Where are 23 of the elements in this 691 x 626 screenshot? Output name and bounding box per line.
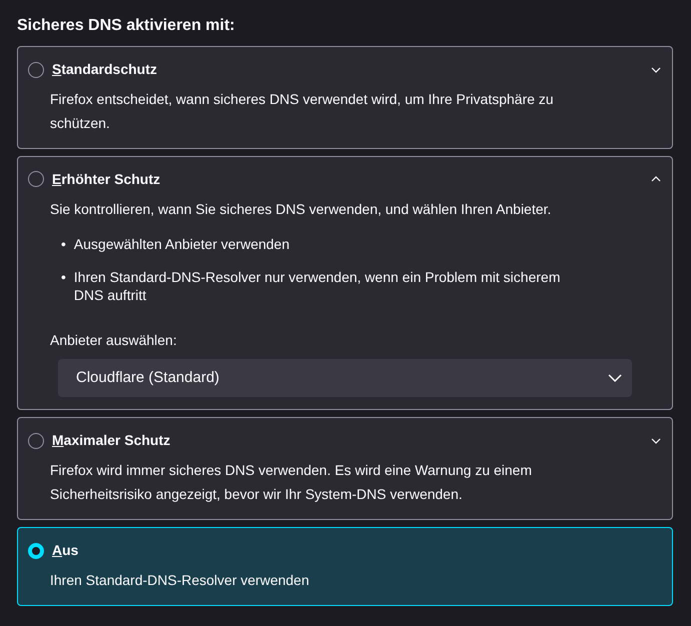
option-description: Sie kontrollieren, wann Sie sicheres DNS verwenden, und wählen Ihren Anbieter. bbox=[49, 200, 552, 219]
field-label: Anbieter auswählen: bbox=[49, 330, 178, 350]
radio-button[interactable] bbox=[28, 171, 44, 188]
bullet-item: Ausgewählten Anbieter verwenden bbox=[74, 235, 290, 254]
option-title: Standardschutz bbox=[52, 60, 158, 79]
option-card[interactable] bbox=[17, 156, 673, 410]
bullet-marker: • bbox=[61, 235, 66, 254]
option-card[interactable]: Aus Ihren Standard-DNS-Resolver verwenden bbox=[17, 527, 673, 606]
option-title: Aus bbox=[52, 541, 80, 560]
option-card[interactable]: Maximaler Schutz Firefox wird immer sicheres DNS verwenden. Es wird eine Warnung zu einem Sicherheitsrisiko angezeigt, bevor wir Ihr System-DNS verwenden. bbox=[17, 417, 673, 520]
radio-button[interactable] bbox=[28, 542, 44, 559]
option-title: Erhöhter Schutz bbox=[52, 170, 162, 189]
option-card[interactable]: Standardschutz Firefox entscheidet, wann sicheres DNS verwendet wird, um Ihre Privatsphäre zu schützen. bbox=[17, 46, 673, 149]
bullet-item: Ihren Standard-DNS-Resolver nur verwenden, wenn ein Problem mit sicherem DNS auftritt bbox=[74, 268, 562, 304]
option-title: Maximaler Schutz bbox=[52, 431, 172, 450]
option-description: Firefox wird immer sicheres DNS verwenden. Es wird eine Warnung zu einem Sicherheitsrisiko angezeigt, bevor wir Ihr System-DNS verwenden. bbox=[49, 461, 533, 504]
section-heading: Sicheres DNS aktivieren mit: bbox=[17, 16, 236, 36]
bullet-marker: • bbox=[61, 268, 66, 287]
radio-button[interactable] bbox=[28, 62, 44, 78]
provider-dropdown[interactable]: Cloudflare (Standard) bbox=[58, 358, 632, 398]
option-description: Ihren Standard-DNS-Resolver verwenden bbox=[49, 571, 310, 590]
option-description: Firefox entscheidet, wann sicheres DNS verwendet wird, um Ihre Privatsphäre zu schützen. bbox=[49, 90, 554, 133]
radio-button[interactable] bbox=[28, 432, 44, 449]
